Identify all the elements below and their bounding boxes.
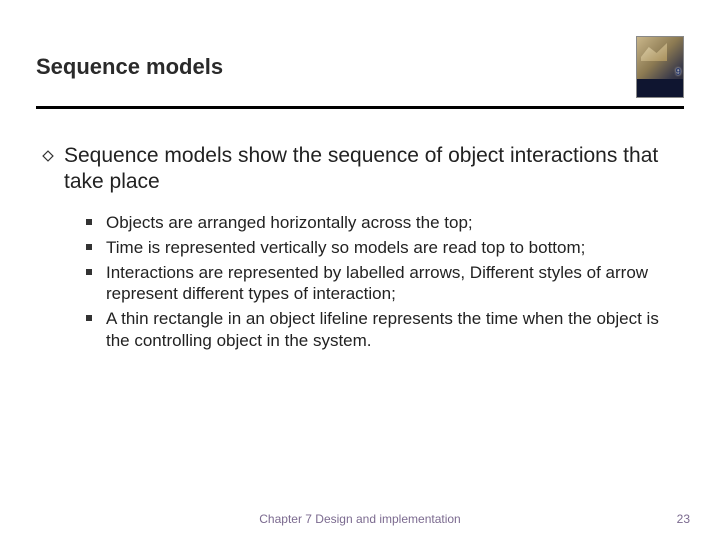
main-bullet-text: Sequence models show the sequence of obj… [64, 143, 684, 194]
list-item: Interactions are represented by labelled… [86, 262, 684, 306]
slide: Sequence models 9 SOFTWARE ENGINEERING S… [0, 0, 720, 540]
book-caption: SOFTWARE ENGINEERING [637, 86, 683, 95]
list-item: Time is represented vertically so models… [86, 237, 684, 259]
footer-text: Chapter 7 Design and implementation [259, 512, 460, 526]
list-item: A thin rectangle in an object lifeline r… [86, 308, 684, 352]
title-divider [36, 106, 684, 109]
list-item: Objects are arranged horizontally across… [86, 212, 684, 234]
sub-bullet-list: Objects are arranged horizontally across… [42, 212, 684, 352]
footer: Chapter 7 Design and implementation [0, 512, 720, 526]
page-title: Sequence models [36, 36, 223, 80]
content-area: Sequence models show the sequence of obj… [36, 143, 684, 352]
page-number: 23 [677, 512, 690, 526]
book-cover-thumbnail: 9 SOFTWARE ENGINEERING [636, 36, 684, 98]
header-row: Sequence models 9 SOFTWARE ENGINEERING [36, 36, 684, 98]
book-edition-number: 9 [675, 67, 681, 78]
diamond-bullet-icon [42, 150, 54, 162]
main-bullet: Sequence models show the sequence of obj… [42, 143, 684, 194]
